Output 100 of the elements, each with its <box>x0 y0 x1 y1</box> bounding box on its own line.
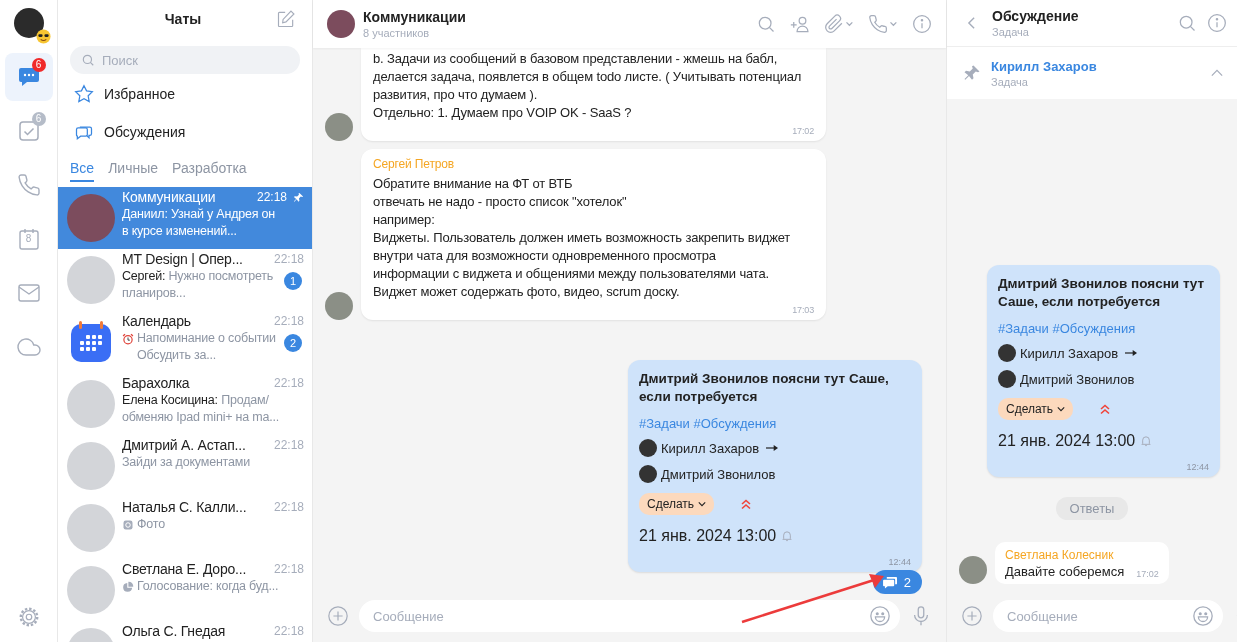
chat-list-item[interactable]: Дмитрий А. Астап... 22:18 Зайди за документами <box>58 435 312 497</box>
message-input[interactable]: Сообщение <box>993 600 1223 632</box>
compose-icon[interactable] <box>276 9 296 29</box>
message-preview: Сергей: Нужно посмотреть планиров... <box>122 268 275 302</box>
avatar-photo-placeholder <box>639 465 657 483</box>
member-count: 8 участников <box>363 27 431 39</box>
message-preview: Фото <box>137 516 165 533</box>
search-field[interactable]: Поиск <box>70 46 300 74</box>
assignee-name: Кирилл Захаров <box>661 440 760 456</box>
avatar-photo-placeholder <box>67 442 115 490</box>
search-icon[interactable] <box>756 14 776 34</box>
avatar-photo-placeholder <box>998 370 1016 388</box>
envelope-icon <box>16 281 41 305</box>
chat-time: 22:18 <box>273 500 304 514</box>
pin-icon <box>963 64 981 82</box>
message-preview: Голосование: когда буд... <box>137 578 279 595</box>
chat-time: 22:18 <box>256 190 287 204</box>
group-avatar-photo-placeholder <box>327 10 355 38</box>
search-icon[interactable] <box>1177 13 1197 33</box>
message-text: Обратите внимание на ФТ от ВТБ отвечать не надо - просто список "хотелок" например: Виджеты. Пользователь должен иметь возможность закрепить виджет внутри чата для возможности одновременного просмотра информации с виджета и общениями между пользователями чата. Виджет может содержать фото, видео, scrum доску. <box>373 175 792 301</box>
chat-name: Ольга С. Гнедая <box>122 623 227 639</box>
message-time: 17:03 <box>792 305 814 315</box>
message-time: 12:44 <box>888 557 911 567</box>
sender-name: Светлана Колесник <box>1005 548 1115 562</box>
plus-icon[interactable] <box>961 605 983 627</box>
chat-list-item[interactable]: Светлана Е. Доро... 22:18 Голосование: когда буд... <box>58 559 312 621</box>
message-preview: Елена Косицина: Продам/ обменяю Ipad mini+ на ma... <box>122 392 281 426</box>
message-text: Давайте соберемся <box>1005 564 1125 579</box>
avatar-photo-placeholder <box>67 504 115 552</box>
avatar-photo-placeholder <box>998 344 1016 362</box>
chevron-up-icon[interactable] <box>1211 69 1223 77</box>
discussion-bubbles-icon <box>882 575 898 589</box>
message-input[interactable]: Сообщение <box>359 600 900 632</box>
chat-name: Наталья С. Калли... <box>122 499 248 515</box>
discussions-link[interactable]: Обсуждения <box>58 114 312 150</box>
info-icon[interactable] <box>1207 13 1227 33</box>
sunglasses-emoji-icon <box>35 29 51 44</box>
status-dropdown[interactable]: Сделать <box>639 493 715 515</box>
message-preview: Даниил: Узнай у Андрея он в курсе изменений... <box>122 206 277 240</box>
emoji-icon[interactable] <box>869 605 891 627</box>
task-card[interactable]: Дмитрий Звонилов поясни тут Саше, если потребуется #Задачи #Обсуждения Кирилл Захаров Дмитрий Звонилов Сделать 21 янв. 2024 13:00 12:44 <box>987 265 1220 477</box>
phone-icon <box>16 173 41 197</box>
profile-avatar[interactable] <box>13 8 44 38</box>
camera-icon <box>122 519 134 531</box>
panel-title: Чаты <box>164 11 202 27</box>
bell-icon <box>1141 435 1152 447</box>
search-icon <box>81 53 95 67</box>
assignee-name: Кирилл Захаров <box>1020 345 1119 361</box>
chat-time: 22:18 <box>273 252 304 266</box>
chat-title: Коммуникации <box>363 9 467 25</box>
star-icon <box>74 84 94 104</box>
paperclip-icon[interactable] <box>824 14 854 34</box>
message-preview: Зайди за документами <box>122 454 250 471</box>
chat-time: 22:18 <box>273 314 304 328</box>
add-member-icon[interactable] <box>790 14 810 34</box>
chat-time: 22:18 <box>273 562 304 576</box>
chat-name: MT Design | Опер... <box>122 251 244 267</box>
task-card[interactable]: Дмитрий Звонилов поясни тут Саше, если потребуется #Задачи #Обсуждения Кирилл Захаров Дмитрий Звонилов Сделать 21 янв. 2024 13:00 12:44 <box>628 360 922 572</box>
back-chevron-icon[interactable] <box>967 16 976 30</box>
chats-nav-button[interactable]: 6 <box>4 53 53 101</box>
priority-icon <box>1099 403 1112 415</box>
avatar-photo-placeholder <box>639 439 657 457</box>
status-dropdown[interactable]: Сделать <box>998 398 1074 420</box>
chat-list-item[interactable]: Барахолка 22:18 Елена Косицина: Продам/ обменяю Ipad mini+ на ma... <box>58 373 312 435</box>
info-icon[interactable] <box>912 14 932 34</box>
chat-list-item[interactable]: Календарь 22:18 Напоминание о событии Обсудить за... 2 <box>58 311 312 373</box>
chat-time: 22:18 <box>273 376 304 390</box>
pinned-message-bar[interactable]: Кирилл Захаров Задача <box>947 47 1237 99</box>
cloud-icon <box>16 335 41 359</box>
priority-icon <box>740 498 753 510</box>
chat-time: 22:18 <box>273 438 304 452</box>
settings-icon[interactable] <box>17 606 40 628</box>
chat-name: Дмитрий А. Астап... <box>122 437 247 453</box>
plus-icon[interactable] <box>327 605 349 627</box>
bell-icon <box>782 530 793 542</box>
panel-subtitle: Задача <box>992 26 1030 38</box>
replies-button[interactable]: 2 <box>872 570 922 594</box>
folder-tab[interactable]: Все <box>70 160 95 182</box>
chat-name: Коммуникации <box>122 189 217 205</box>
avatar-photo-placeholder <box>67 566 115 614</box>
avatar-photo-placeholder <box>325 292 353 320</box>
avatar-photo-placeholder <box>67 194 115 242</box>
replies-divider: Ответы <box>1055 497 1129 520</box>
pinned-subtitle: Задача <box>991 75 1029 88</box>
chat-name: Светлана Е. Доро... <box>122 561 248 577</box>
chat-list-item[interactable]: Наталья С. Калли... 22:18 Фото <box>58 497 312 559</box>
chat-list-item[interactable]: Ольга С. Гнедая 22:18 <box>58 621 312 642</box>
message-time: 12:44 <box>1186 462 1209 472</box>
alarm-clock-icon <box>122 333 134 345</box>
favorites-link[interactable]: Избранное <box>58 76 312 112</box>
emoji-icon[interactable] <box>1192 605 1214 627</box>
phone-icon[interactable] <box>868 14 898 34</box>
due-date: 21 янв. 2024 13:00 <box>998 432 1136 450</box>
chat-list-item[interactable]: Коммуникации 22:18 Даниил: Узнай у Андрея он в курсе изменений... <box>58 187 312 249</box>
unread-count: 2 <box>284 334 302 352</box>
task-title: Дмитрий Звонилов поясни тут Саше, если потребуется <box>639 370 890 406</box>
chat-list-item[interactable]: MT Design | Опер... 22:18 Сергей: Нужно посмотреть планиров... 1 <box>58 249 312 311</box>
pie-chart-icon <box>122 581 134 593</box>
avatar-photo-placeholder <box>67 256 115 304</box>
message-time: 17:02 <box>792 126 814 136</box>
